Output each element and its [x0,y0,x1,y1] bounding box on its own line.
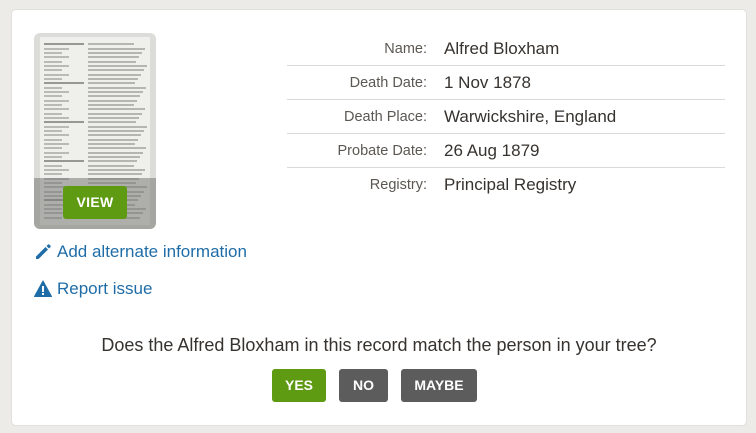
document-text-line [44,100,69,102]
document-text-line [88,165,134,167]
document-text-line [44,156,62,158]
document-text-line [44,78,62,80]
record-details-table: Name: Alfred Bloxham Death Date: 1 Nov 1… [287,32,725,201]
document-text-line [44,134,69,136]
document-text-line [44,74,69,76]
document-text-line [44,95,62,97]
document-text-line [88,95,140,97]
add-alternate-information-label: Add alternate information [57,242,247,261]
document-text-line [44,143,69,145]
pencil-icon [34,243,52,261]
document-text-line [44,104,62,106]
document-text-line [44,126,69,128]
document-text-line [88,108,145,110]
document-text-line [44,91,69,93]
document-text-line [44,121,84,123]
document-text-line [44,173,62,175]
document-text-line [44,56,69,58]
field-value: 26 Aug 1879 [444,140,540,160]
add-alternate-information-link[interactable]: Add alternate information [34,242,247,262]
document-text-line [88,56,139,58]
document-text-line [88,82,135,84]
document-text-line [88,134,141,136]
document-text-line [88,152,143,154]
document-text-line [88,121,136,123]
field-label: Registry: [369,176,427,193]
document-text-line [44,130,62,132]
field-value: Principal Registry [444,174,577,194]
document-text-line [88,43,134,45]
document-text-line [88,173,142,175]
field-label: Probate Date: [337,142,427,159]
field-row-registry: Registry: Principal Registry [287,168,725,201]
field-row-probate-date: Probate Date: 26 Aug 1879 [287,134,725,168]
view-button[interactable]: VIEW [63,186,127,219]
record-image-thumbnail[interactable]: VIEW [34,33,156,229]
document-text-line [44,169,69,171]
document-text-line [88,160,137,162]
document-text-line [44,87,62,89]
document-text-line [88,91,143,93]
document-text-line [88,52,142,54]
document-text-line [88,48,145,50]
document-text-line [44,43,84,45]
document-text-line [88,100,137,102]
field-label: Death Date: [349,74,427,91]
document-text-line [44,147,62,149]
document-text-line [88,61,136,63]
document-text-line [88,69,144,71]
document-text-line [44,52,62,54]
document-text-line [44,160,84,162]
document-text-line [88,139,138,141]
document-text-line [88,130,144,132]
document-text-line [44,152,69,154]
document-text-line [88,126,147,128]
document-text-line [44,165,62,167]
maybe-button[interactable]: MAYBE [401,369,477,402]
document-text-line [88,65,147,67]
document-text-line [44,108,69,110]
document-text-line [44,113,62,115]
document-text-line [44,139,62,141]
report-issue-link[interactable]: Report issue [34,279,152,299]
document-text-line [88,169,145,171]
field-value: Alfred Bloxham [444,38,560,58]
document-text-line [44,69,62,71]
match-question: Does the Alfred Bloxham in this record m… [101,335,657,355]
record-card: VIEW Add alternate information Report is… [12,10,746,425]
field-value: 1 Nov 1878 [444,72,531,92]
report-issue-label: Report issue [57,279,153,298]
document-text-line [44,61,62,63]
field-value: Warwickshire, England [444,106,617,126]
document-text-line [44,82,84,84]
document-text-line [88,147,146,149]
document-text-line [88,113,142,115]
document-text-line [88,74,141,76]
warning-icon [34,280,52,298]
document-text-line [88,143,135,145]
document-text-line [88,78,138,80]
field-row-death-date: Death Date: 1 Nov 1878 [287,66,725,100]
document-text-line [88,87,146,89]
document-text-line [44,48,69,50]
yes-button[interactable]: YES [272,369,326,402]
document-text-line [88,117,139,119]
document-text-line [44,117,69,119]
document-text-line [88,156,140,158]
document-text-line [44,65,69,67]
field-row-name: Name: Alfred Bloxham [287,32,725,66]
field-label: Name: [384,40,427,57]
no-button[interactable]: NO [339,369,388,402]
field-label: Death Place: [343,108,427,125]
document-text-line [88,104,134,106]
field-row-death-place: Death Place: Warwickshire, England [287,100,725,134]
